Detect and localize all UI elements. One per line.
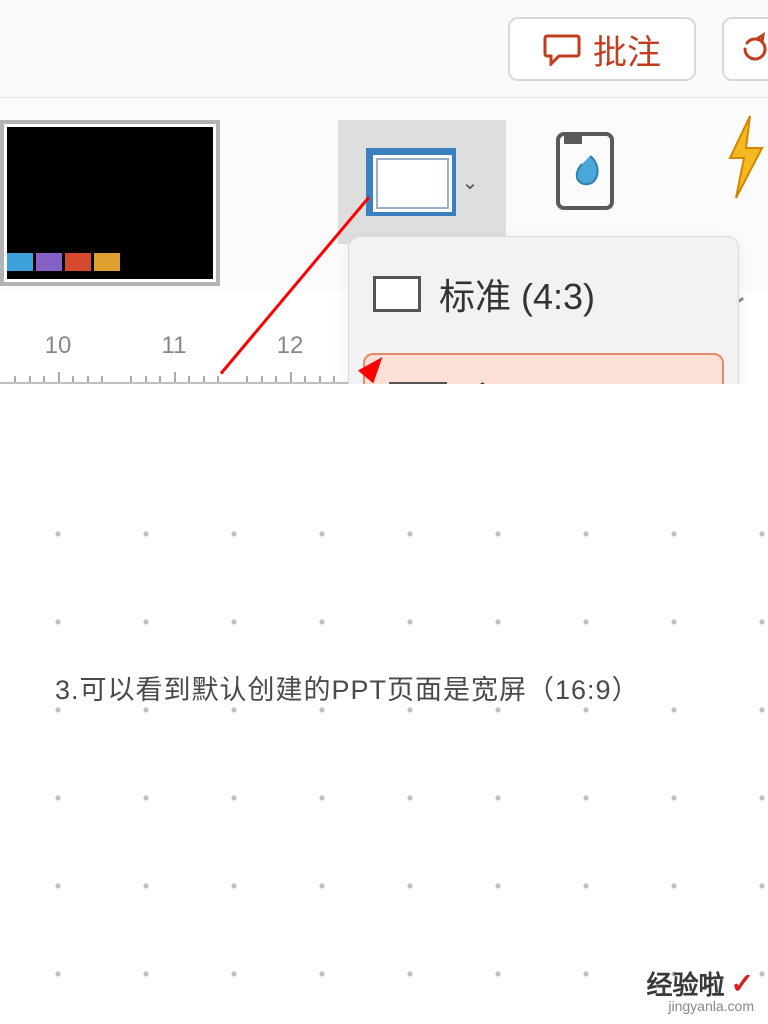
share-button[interactable] (722, 17, 768, 81)
watermark-brand: 经验啦 (647, 965, 725, 1002)
ratio-4-3-icon (373, 276, 421, 312)
transitions-button[interactable] (722, 112, 768, 222)
color-bar (7, 253, 120, 271)
chevron-down-icon: ⌄ (462, 170, 479, 195)
check-icon: ✓ (731, 967, 754, 1000)
slide-size-icon (366, 148, 456, 216)
paint-bucket-icon (546, 128, 624, 216)
comment-label: 批注 (593, 25, 661, 74)
comment-button[interactable]: 批注 (508, 17, 696, 81)
horizontal-ruler: 10 11 12 (0, 326, 348, 384)
color-chip-2 (36, 253, 62, 271)
color-chip-3 (65, 253, 91, 271)
standard-label: 标准 (4:3) (439, 268, 595, 320)
watermark: 经验啦 ✓ jingyanla.com (647, 965, 754, 1014)
comment-icon (543, 32, 581, 66)
format-background-button[interactable] (540, 122, 630, 222)
ruler-mark-11: 11 (162, 332, 187, 360)
ruler-mark-12: 12 (277, 332, 304, 360)
color-chip-1 (7, 253, 33, 271)
dot-grid (0, 490, 768, 1024)
slide-preview (7, 127, 213, 279)
menu-item-standard[interactable]: 标准 (4:3) (349, 243, 738, 345)
lightning-icon (722, 112, 768, 202)
annotation-caption: 3.可以看到默认创建的PPT页面是宽屏（16:9） (55, 668, 640, 707)
slide-thumbnail[interactable] (0, 120, 220, 286)
ruler-mark-10: 10 (45, 332, 72, 360)
top-toolbar: 批注 (0, 0, 768, 98)
slide-size-button[interactable]: ⌄ (338, 120, 506, 244)
share-icon (733, 29, 768, 69)
color-chip-4 (94, 253, 120, 271)
